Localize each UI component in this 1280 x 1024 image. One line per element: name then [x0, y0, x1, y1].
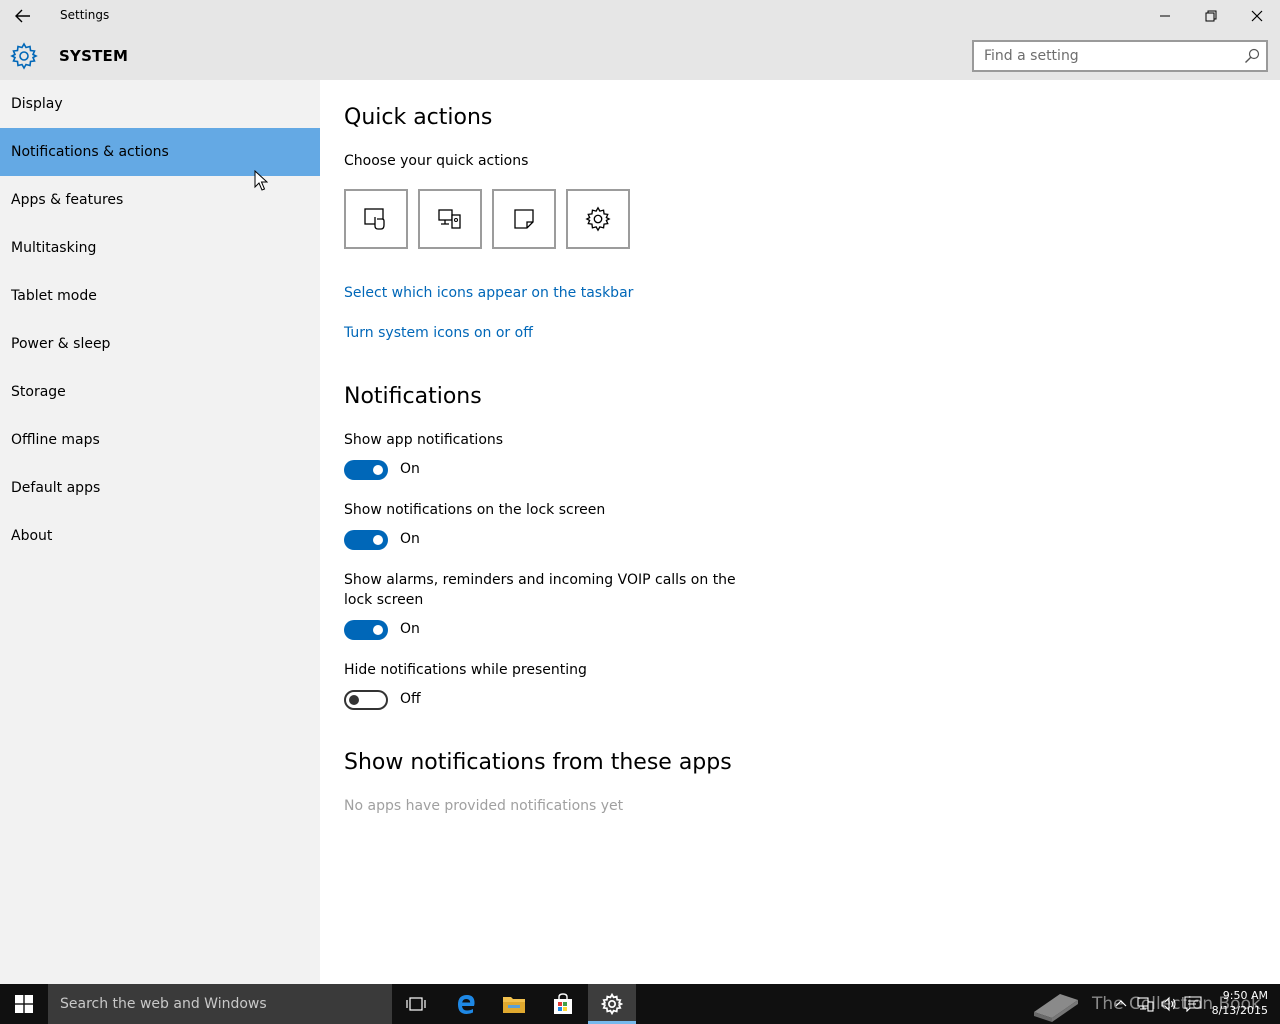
- toggle-knob: [373, 465, 383, 475]
- toggle-knob: [349, 695, 359, 705]
- toggle-alarms-voip[interactable]: [344, 620, 388, 640]
- sidebar-item-storage[interactable]: Storage: [0, 368, 320, 416]
- store-icon: [554, 993, 572, 1014]
- title-bar: Settings: [0, 0, 1280, 32]
- mouse-cursor-icon: [254, 170, 268, 191]
- close-button[interactable]: [1234, 0, 1280, 32]
- sidebar: Display Notifications & actions Apps & f…: [0, 80, 320, 984]
- minimize-icon: [1160, 15, 1170, 17]
- connect-icon: [438, 209, 461, 229]
- folder-icon: [503, 997, 525, 1013]
- volume-icon[interactable]: [1160, 996, 1178, 1012]
- edge-icon: [458, 995, 475, 1014]
- tablet-mode-icon: [364, 208, 385, 230]
- restore-button[interactable]: [1188, 0, 1234, 32]
- book-logo-icon: [1034, 994, 1078, 1022]
- back-button[interactable]: [8, 4, 38, 28]
- section-title: SYSTEM: [59, 47, 129, 65]
- note-icon: [514, 209, 534, 229]
- action-center-icon[interactable]: [1184, 996, 1202, 1012]
- chevron-up-icon[interactable]: [1112, 996, 1130, 1012]
- restore-icon: [1205, 10, 1217, 22]
- search-box[interactable]: [972, 40, 1268, 72]
- sidebar-item-notifications-actions[interactable]: Notifications & actions: [0, 128, 320, 176]
- clock-time: 9:50 AM: [1222, 989, 1268, 1002]
- taskbar-search-box[interactable]: Search the web and Windows: [48, 984, 392, 1024]
- sidebar-item-about[interactable]: About: [0, 512, 320, 560]
- quick-action-tile-1[interactable]: [344, 189, 408, 249]
- start-button[interactable]: [0, 984, 48, 1024]
- toggle-lock-screen-notifications[interactable]: [344, 530, 388, 550]
- clock-date: 8/13/2015: [1211, 1004, 1268, 1017]
- sidebar-item-display[interactable]: Display: [0, 80, 320, 128]
- quick-actions-subheading: Choose your quick actions: [344, 153, 529, 169]
- toggle-state-label: On: [400, 531, 420, 547]
- taskbar: Search the web and Windows The Collectio…: [0, 984, 1280, 1024]
- sidebar-item-power-sleep[interactable]: Power & sleep: [0, 320, 320, 368]
- quick-action-tile-4[interactable]: [566, 189, 630, 249]
- search-icon[interactable]: [1244, 48, 1260, 64]
- setting-label-hide-while-presenting: Hide notifications while presenting: [344, 662, 587, 678]
- network-icon[interactable]: [1136, 996, 1154, 1012]
- sidebar-item-apps-features[interactable]: Apps & features: [0, 176, 320, 224]
- search-input[interactable]: [974, 42, 1234, 70]
- setting-label-lock-screen-notifications: Show notifications on the lock screen: [344, 502, 606, 518]
- windows-logo-icon: [15, 995, 33, 1013]
- store-button[interactable]: [539, 984, 587, 1024]
- quick-action-tile-2[interactable]: [418, 189, 482, 249]
- quick-action-tile-3[interactable]: [492, 189, 556, 249]
- toggle-state-label: On: [400, 621, 420, 637]
- gear-icon: [10, 42, 38, 70]
- toggle-knob: [373, 625, 383, 635]
- quick-actions-heading: Quick actions: [344, 105, 493, 130]
- sidebar-item-tablet-mode[interactable]: Tablet mode: [0, 272, 320, 320]
- toggle-hide-while-presenting[interactable]: [344, 690, 388, 710]
- toggle-knob: [373, 535, 383, 545]
- task-view-icon: [406, 997, 426, 1011]
- window-title: Settings: [60, 8, 110, 22]
- minimize-button[interactable]: [1142, 0, 1188, 32]
- settings-header: SYSTEM: [0, 32, 1280, 80]
- select-taskbar-icons-link[interactable]: Select which icons appear on the taskbar: [344, 285, 633, 301]
- all-settings-icon: [585, 206, 611, 232]
- close-icon: [1251, 10, 1263, 22]
- edge-button[interactable]: [442, 984, 490, 1024]
- setting-label-app-notifications: Show app notifications: [344, 432, 504, 448]
- main-content: Quick actions Choose your quick actions …: [320, 80, 1280, 984]
- notifications-heading: Notifications: [344, 384, 482, 409]
- toggle-state-label: Off: [400, 691, 421, 707]
- file-explorer-button[interactable]: [490, 984, 538, 1024]
- back-arrow-icon: [15, 9, 30, 23]
- sidebar-item-multitasking[interactable]: Multitasking: [0, 224, 320, 272]
- gear-icon: [601, 993, 623, 1015]
- toggle-state-label: On: [400, 461, 420, 477]
- taskbar-clock[interactable]: 9:50 AM 8/13/2015: [1208, 988, 1268, 1018]
- turn-system-icons-link[interactable]: Turn system icons on or off: [344, 325, 533, 341]
- sidebar-item-default-apps[interactable]: Default apps: [0, 464, 320, 512]
- setting-label-alarms-voip: Show alarms, reminders and incoming VOIP…: [344, 572, 736, 608]
- toggle-app-notifications[interactable]: [344, 460, 388, 480]
- sidebar-item-offline-maps[interactable]: Offline maps: [0, 416, 320, 464]
- no-apps-text: No apps have provided notifications yet: [344, 798, 624, 814]
- task-view-button[interactable]: [392, 984, 440, 1024]
- settings-taskbar-button[interactable]: [588, 984, 636, 1024]
- app-notifications-heading: Show notifications from these apps: [344, 750, 732, 775]
